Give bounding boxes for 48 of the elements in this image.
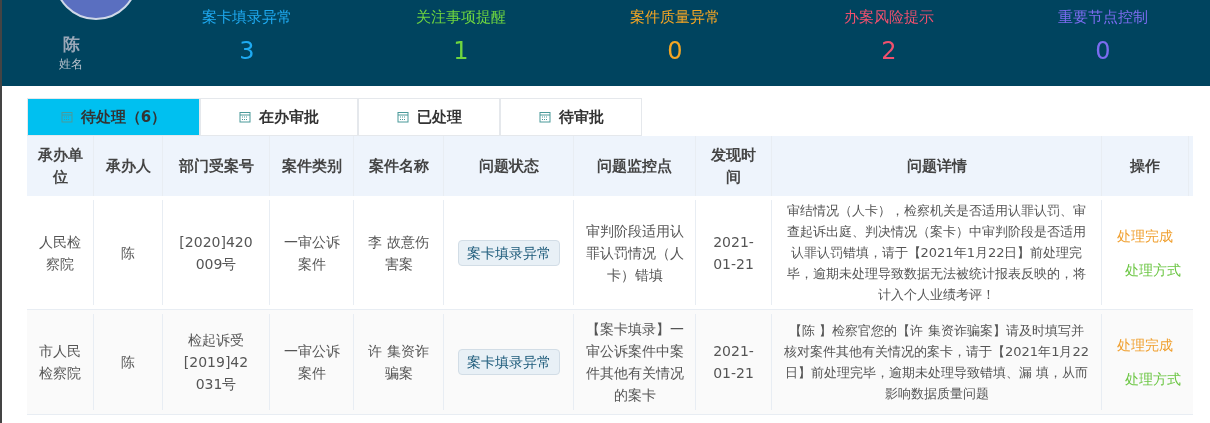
- table-cell-text: 人民检察院: [38, 232, 82, 274]
- stat-label: 案卡填录异常: [202, 7, 292, 28]
- column-header: 案件名称: [368, 155, 429, 177]
- stat-label: 重要节点控制: [1058, 7, 1148, 28]
- column-header: 操作: [1130, 155, 1160, 177]
- stat-value: 0: [667, 35, 683, 67]
- stat-label: 关注事项提醒: [416, 7, 506, 28]
- calendar-icon: [396, 111, 409, 123]
- column-header: 部门受案号: [178, 155, 254, 177]
- user-name: 陈: [62, 34, 80, 56]
- table-cell-text: [2020]420 009号: [178, 232, 254, 274]
- tab[interactable]: 已处理: [358, 98, 500, 136]
- column-header: 问题状态: [478, 155, 539, 177]
- stat-label: 案件质量异常: [630, 7, 720, 28]
- tab[interactable]: 待审批: [500, 98, 642, 136]
- table-cell-text: 2021-01-21: [712, 232, 755, 274]
- stat-value: 0: [1095, 35, 1111, 67]
- table-cell-text: 一审公诉案件: [282, 342, 341, 383]
- table-cell-text: 审结情况（人卡），检察机关是否适用认罪认罚、审查起诉出庭、判决情况（案卡）中审判阶段是否适用认罪认罚错填，请于【2021年1月22日】前处理完毕，逾期未处理导致数据无法被统计报表反映的，将计入个人业绩考评！: [786, 202, 1087, 304]
- table-cell-text: 审判阶段适用认罪认罚情况（人卡）错填: [584, 221, 685, 285]
- column-header: 发现时间: [710, 144, 757, 188]
- table-cell-text: 李 故意伤害案: [367, 232, 430, 274]
- table-cell-text: 许 集资诈骗案: [367, 342, 430, 383]
- column-header: 承办单位: [36, 144, 84, 188]
- table-cell-text: 【陈 】检察官您的【许 集资诈骗案】请及时填写并核对案件其他有关情况的案卡，请于【2021年1月22日】前处理完毕，逾期未处理导致错填、漏 填，从而影响数据质量问题: [784, 322, 1089, 403]
- status-tag: 案卡填录异常: [457, 239, 560, 266]
- table-cell-text: 陈: [121, 243, 135, 263]
- table-cell-text: 【案卡填录】一审公诉案件中案件其他有关情况的案卡: [584, 320, 685, 405]
- stat-value: 1: [453, 35, 469, 67]
- calendar-icon: [60, 111, 73, 123]
- stat-label: 办案风险提示: [844, 7, 934, 28]
- column-header: 问题详情: [906, 155, 967, 177]
- column-header: 案件类别: [281, 155, 342, 177]
- table-cell-text: 检起诉受[2019]42 031号: [182, 331, 250, 394]
- calendar-icon: [239, 111, 251, 123]
- tab[interactable]: 待处理（6）: [27, 98, 200, 136]
- user-label: 姓名: [59, 56, 83, 74]
- table-cell-text: 市人民检察院: [38, 342, 82, 383]
- tab[interactable]: 在办审批: [200, 98, 358, 136]
- column-header: 问题监控点: [597, 155, 672, 177]
- table-cell-text: 一审公诉案件: [282, 232, 341, 274]
- column-header: 承办人: [105, 155, 151, 177]
- table-cell-text: 陈: [121, 353, 135, 372]
- table-cell-text: 2021-01-21: [712, 342, 755, 383]
- stat-value: 3: [239, 35, 255, 67]
- status-tag: 案卡填录异常: [457, 349, 560, 375]
- stat-value: 2: [881, 35, 897, 67]
- calendar-icon: [538, 111, 551, 123]
